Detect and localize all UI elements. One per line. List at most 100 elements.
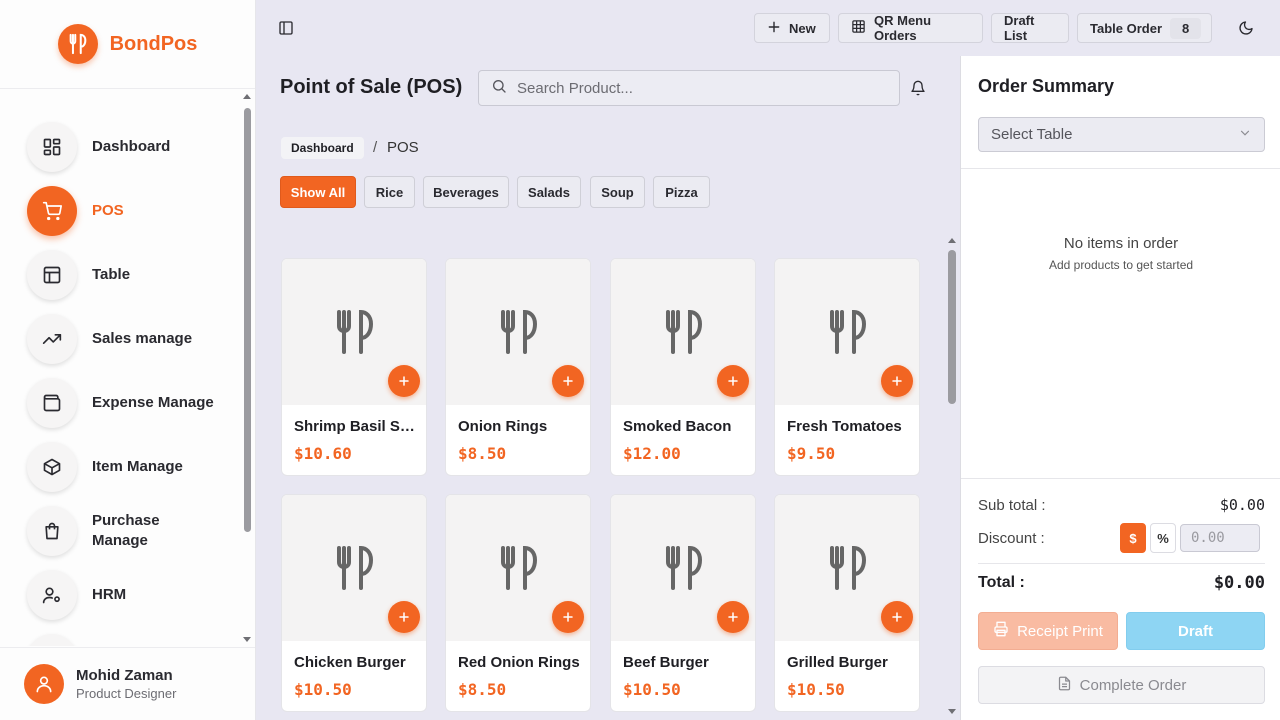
breadcrumb-separator: /	[373, 139, 378, 156]
table-order-label: Table Order	[1090, 20, 1163, 36]
draft-button[interactable]: Draft	[1126, 612, 1265, 650]
product-grid-scrollbar[interactable]	[946, 234, 958, 720]
add-to-order-button[interactable]	[881, 365, 913, 397]
cart-icon	[27, 186, 77, 236]
complete-order-button[interactable]: Complete Order	[978, 666, 1265, 704]
scroll-up-icon[interactable]	[243, 94, 251, 99]
sidebar-item-dashboard[interactable]: Dashboard	[27, 122, 170, 172]
add-to-order-button[interactable]	[388, 601, 420, 633]
table-icon	[27, 250, 77, 300]
trending-up-icon	[27, 314, 77, 364]
wallet-icon	[27, 378, 77, 428]
product-price: $10.60	[294, 444, 352, 463]
product-name: Shrimp Basil Salad	[294, 418, 420, 435]
product-card[interactable]: Fresh Tomatoes $9.50	[774, 258, 920, 476]
draft-list-button[interactable]: Draft List	[991, 13, 1069, 43]
scroll-down-icon[interactable]	[243, 637, 251, 642]
breadcrumb-current: POS	[387, 139, 419, 156]
scroll-up-icon[interactable]	[948, 238, 956, 243]
total-label: Total :	[978, 574, 1025, 591]
sidebar-item-hrm[interactable]: HRM	[27, 570, 126, 620]
product-price: $9.50	[787, 444, 836, 463]
scrollbar-thumb[interactable]	[244, 108, 251, 532]
add-to-order-button[interactable]	[717, 601, 749, 633]
category-salads[interactable]: Salads	[517, 176, 581, 208]
total-row: Total : $0.00	[978, 573, 1265, 593]
utensils-icon	[830, 309, 867, 354]
empty-order-subtitle: Add products to get started	[1048, 258, 1194, 272]
qr-menu-orders-label: QR Menu Orders	[874, 13, 932, 43]
product-card[interactable]: Shrimp Basil Salad $10.60	[281, 258, 427, 476]
receipt-print-button[interactable]: Receipt Print	[978, 612, 1118, 650]
select-table-dropdown[interactable]: Select Table	[978, 117, 1265, 152]
product-name: Fresh Tomatoes	[787, 418, 902, 435]
sidebar-item-purchase-manage[interactable]: Purchase Manage	[27, 506, 182, 556]
table-order-button[interactable]: Table Order 8	[1077, 13, 1212, 43]
draft-list-label: Draft List	[1004, 13, 1035, 43]
category-pizza[interactable]: Pizza	[653, 176, 710, 208]
plus-icon	[728, 376, 738, 386]
utensils-icon	[666, 309, 703, 354]
user-name: Mohid Zaman	[76, 667, 173, 684]
user-profile[interactable]: Mohid Zaman Product Designer	[0, 647, 255, 720]
product-name: Beef Burger	[623, 654, 709, 671]
utensils-icon	[501, 545, 538, 590]
product-card[interactable]: Red Onion Rings $8.50	[445, 494, 591, 712]
scroll-down-icon[interactable]	[948, 709, 956, 714]
breadcrumb-home[interactable]: Dashboard	[281, 137, 364, 159]
empty-order-title: No items in order	[1063, 235, 1179, 252]
product-card[interactable]: Onion Rings $8.50	[445, 258, 591, 476]
product-card[interactable]: Smoked Bacon $12.00	[610, 258, 756, 476]
dashboard-icon	[27, 122, 77, 172]
utensils-icon	[337, 545, 374, 590]
add-to-order-button[interactable]	[881, 601, 913, 633]
category-rice[interactable]: Rice	[364, 176, 415, 208]
product-card[interactable]: Beef Burger $10.50	[610, 494, 756, 712]
page-title: Point of Sale (POS)	[280, 76, 463, 98]
plus-icon	[767, 20, 781, 37]
add-to-order-button[interactable]	[388, 365, 420, 397]
brand[interactable]: BondPos	[0, 0, 255, 89]
new-button[interactable]: New	[754, 13, 830, 43]
category-show-all[interactable]: Show All	[280, 176, 356, 208]
bell-icon[interactable]	[908, 78, 928, 98]
user-gear-icon	[27, 570, 77, 620]
utensils-icon	[337, 309, 374, 354]
qr-menu-orders-button[interactable]: QR Menu Orders	[838, 13, 983, 43]
sidebar-item-label: Sales manage	[92, 330, 193, 347]
nav-icon	[27, 634, 77, 646]
add-to-order-button[interactable]	[717, 365, 749, 397]
category-soup[interactable]: Soup	[590, 176, 645, 208]
sidebar-item-sales-manage[interactable]: Sales manage	[27, 314, 192, 364]
total-value: $0.00	[1213, 573, 1265, 593]
product-grid: Shrimp Basil Salad $10.60 Onion Rings $8…	[280, 234, 944, 720]
add-to-order-button[interactable]	[552, 601, 584, 633]
discount-percent-button[interactable]: %	[1150, 523, 1176, 553]
sidebar-item-table[interactable]: Table	[27, 250, 130, 300]
product-card[interactable]: Chicken Burger $10.50	[281, 494, 427, 712]
discount-input[interactable]	[1180, 524, 1260, 552]
product-price: $8.50	[458, 680, 507, 699]
plus-icon	[728, 612, 738, 622]
product-name: Smoked Bacon	[623, 418, 732, 435]
moon-icon[interactable]	[1236, 18, 1256, 38]
category-beverages[interactable]: Beverages	[423, 176, 509, 208]
product-name: Red Onion Rings	[458, 654, 580, 671]
discount-fixed-button[interactable]: $	[1120, 523, 1146, 553]
add-to-order-button[interactable]	[552, 365, 584, 397]
utensils-icon	[501, 309, 538, 354]
search-input[interactable]	[517, 79, 877, 97]
sidebar-scrollbar[interactable]	[242, 94, 252, 646]
sidebar-item-pos[interactable]: POS	[27, 186, 124, 236]
product-card[interactable]: Grilled Burger $10.50	[774, 494, 920, 712]
grid-icon	[851, 19, 866, 37]
sidebar-toggle-icon[interactable]	[276, 18, 296, 38]
discount-controls: $ %	[1120, 523, 1260, 553]
plus-icon	[399, 376, 409, 386]
sidebar-nav: Dashboard POS Table Sales manage Expense…	[0, 98, 240, 646]
sidebar-item-more[interactable]	[27, 634, 77, 646]
search-box[interactable]	[478, 70, 900, 106]
sidebar-item-expense-manage[interactable]: Expense Manage	[27, 378, 214, 428]
sidebar-item-item-manage[interactable]: Item Manage	[27, 442, 183, 492]
scrollbar-thumb[interactable]	[948, 250, 956, 404]
